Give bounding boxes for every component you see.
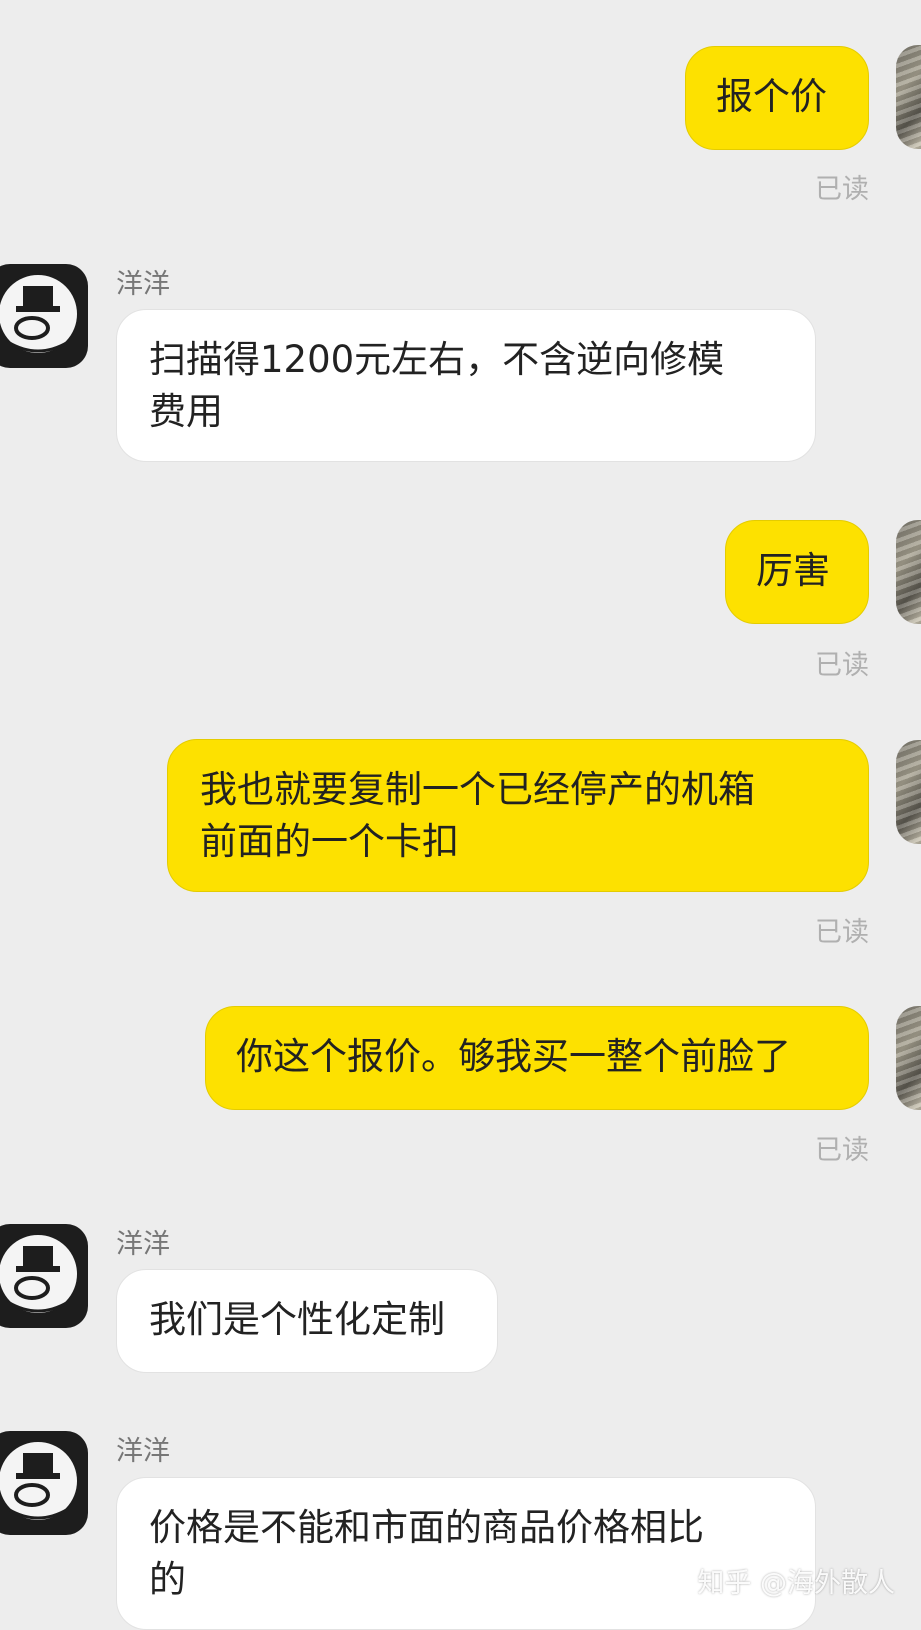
contact-avatar[interactable] (0, 1431, 88, 1535)
contact-avatar[interactable] (0, 264, 88, 368)
message-text: 厉害 (756, 549, 830, 592)
message-text: 我们是个性化定制 (149, 1298, 445, 1341)
top-hat-mascot-icon (0, 1440, 79, 1522)
message-bubble-outgoing[interactable]: 你这个报价。够我买一整个前脸了 (205, 1006, 869, 1110)
message-bubble-incoming[interactable]: 我们是个性化定制 (116, 1269, 498, 1373)
self-avatar[interactable] (896, 740, 921, 844)
message-text: 报个价 (716, 75, 827, 118)
top-hat-mascot-icon (0, 1233, 79, 1315)
message-bubble-outgoing[interactable]: 厉害 (725, 520, 869, 624)
sender-name: 洋洋 (116, 1229, 170, 1260)
message-bubble-outgoing[interactable]: 报个价 (685, 46, 869, 150)
read-status: 已读 (815, 174, 869, 205)
sender-name: 洋洋 (116, 269, 170, 300)
message-text-line: 我也就要复制一个已经停产的机箱 (200, 768, 755, 811)
message-text: 你这个报价。够我买一整个前脸了 (236, 1035, 791, 1078)
message-text-line: 扫描得1200元左右，不含逆向修模 (149, 338, 725, 381)
contact-avatar[interactable] (0, 1224, 88, 1328)
read-status: 已读 (815, 650, 869, 681)
message-bubble-incoming[interactable]: 扫描得1200元左右，不含逆向修模 费用 (116, 309, 816, 462)
message-text-line: 前面的一个卡扣 (200, 820, 459, 863)
self-avatar[interactable] (896, 45, 921, 149)
read-status: 已读 (815, 1135, 869, 1166)
self-avatar[interactable] (896, 1006, 921, 1110)
message-text-line: 价格是不能和市面的商品价格相比 (149, 1506, 704, 1549)
top-hat-mascot-icon (0, 273, 79, 355)
watermark: 知乎 @海外散人 (697, 1568, 895, 1599)
message-bubble-incoming[interactable]: 价格是不能和市面的商品价格相比 的 (116, 1477, 816, 1630)
message-bubble-outgoing[interactable]: 我也就要复制一个已经停产的机箱 前面的一个卡扣 (167, 739, 869, 892)
message-text-line: 费用 (149, 390, 223, 433)
sender-name: 洋洋 (116, 1436, 170, 1467)
read-status: 已读 (815, 917, 869, 948)
self-avatar[interactable] (896, 520, 921, 624)
chat-conversation: 报个价 已读 洋洋 扫描得1200元左右，不含逆向修模 费用 厉害 已读 我也就… (0, 0, 921, 1630)
message-text-line: 的 (149, 1558, 186, 1601)
